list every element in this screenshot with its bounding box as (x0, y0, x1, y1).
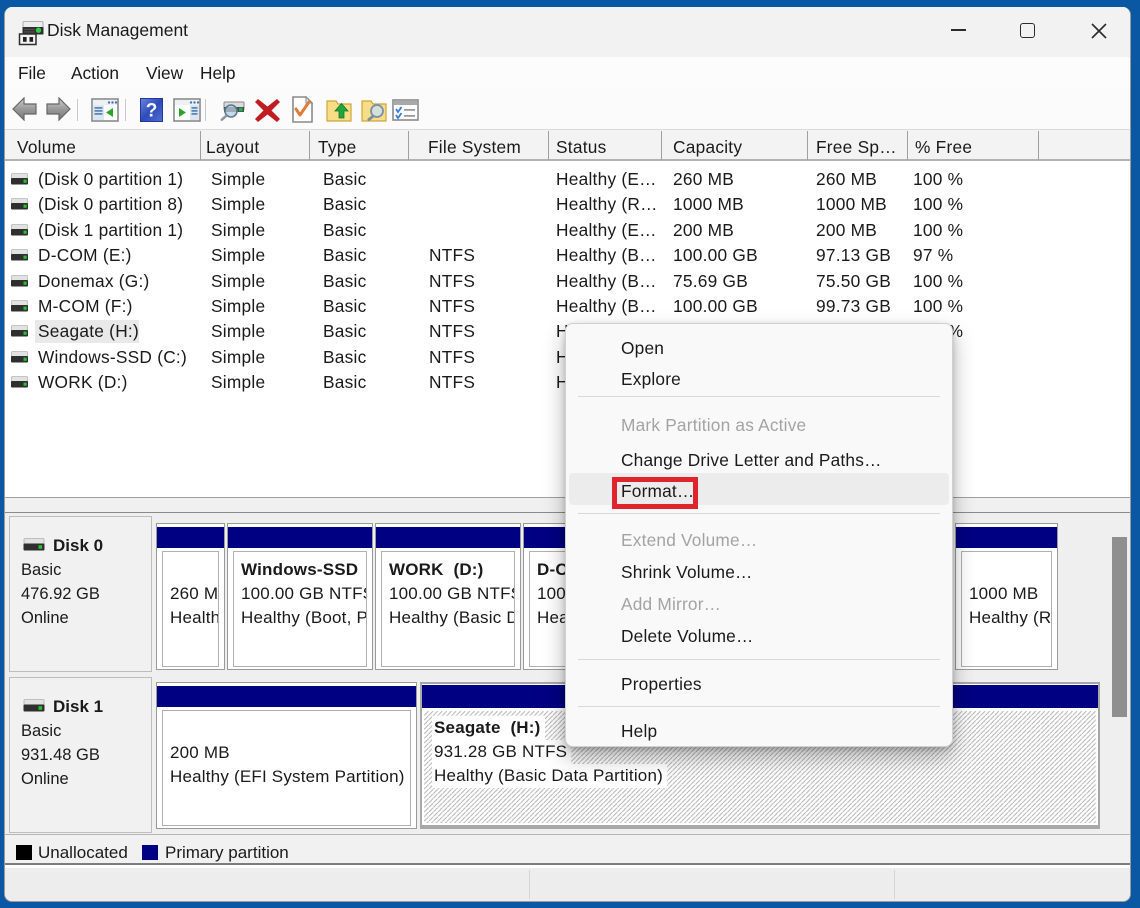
svg-text:?: ? (146, 101, 158, 122)
